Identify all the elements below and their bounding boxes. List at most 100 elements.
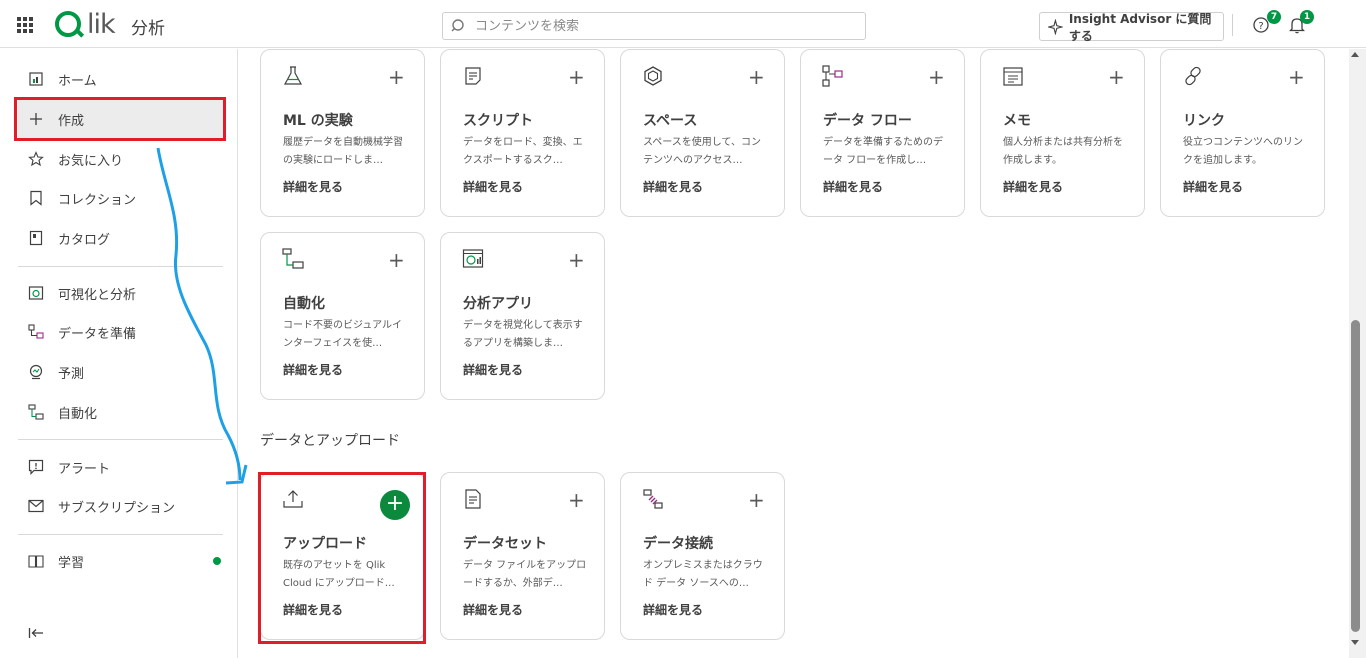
notification-badge: 1 xyxy=(1300,10,1314,24)
highlight-box-create xyxy=(14,97,226,141)
sparkle-icon xyxy=(1048,18,1063,35)
sidebar-item-label: ホーム xyxy=(58,73,97,89)
add-icon[interactable]: + xyxy=(1108,67,1125,87)
scrollbar-thumb[interactable] xyxy=(1351,320,1360,632)
add-icon[interactable]: + xyxy=(928,67,945,87)
sidebar-divider xyxy=(18,266,223,267)
add-icon[interactable]: + xyxy=(748,490,765,510)
card-dataset[interactable]: + データセット データ ファイルをアップロードするか、外部デ… 詳細を見る xyxy=(440,472,605,640)
card-description: データをロード、変換、エクスポートするスク… xyxy=(463,137,583,166)
card-description: データ ファイルをアップロードするか、外部デ… xyxy=(463,560,587,589)
learn-more-link[interactable]: 詳細を見る xyxy=(643,601,703,618)
header-divider xyxy=(1232,14,1233,36)
scroll-down-icon[interactable] xyxy=(1350,637,1360,647)
dataflow-icon xyxy=(822,65,843,87)
add-icon[interactable]: + xyxy=(568,490,585,510)
card-description: 個人分析または共有分析を作成します。 xyxy=(1003,137,1123,166)
card-title: メモ xyxy=(1003,113,1031,129)
sidebar-item-label: アラート xyxy=(58,461,111,477)
card-link[interactable]: + リンク 役立つコンテンツへのリンクを追加します。 詳細を見る xyxy=(1160,49,1325,217)
sidebar-item-catalog[interactable]: カタログ xyxy=(18,218,223,258)
dataset-icon xyxy=(465,489,481,509)
add-icon[interactable]: + xyxy=(568,250,585,270)
learn-more-link[interactable]: 詳細を見る xyxy=(283,178,343,195)
collapse-sidebar-icon[interactable] xyxy=(28,626,44,640)
add-icon[interactable]: + xyxy=(748,67,765,87)
automation-icon xyxy=(282,248,304,269)
insight-advisor-button[interactable]: Insight Advisor に質問する xyxy=(1039,11,1224,43)
app-launcher-icon[interactable] xyxy=(17,17,33,33)
link-icon xyxy=(1185,66,1201,86)
sidebar-item-subscriptions[interactable]: サブスクリプション xyxy=(18,486,223,526)
sidebar-item-label: サブスクリプション xyxy=(58,500,176,516)
card-description: 履歴データを自動機械学習の実験にロードしま… xyxy=(283,137,403,166)
sidebar-item-predict[interactable]: 予測 xyxy=(18,352,223,392)
page-title: 分析 xyxy=(131,19,165,39)
sidebar-item-favorites[interactable]: お気に入り xyxy=(18,139,223,179)
sidebar-item-label: 学習 xyxy=(58,555,85,571)
section-title-data-upload: データとアップロード xyxy=(260,433,400,449)
sidebar-item-learning[interactable]: 学習 xyxy=(18,541,223,581)
card-space[interactable]: + スペース スペースを使用して、コンテンツへのアクセス… 詳細を見る xyxy=(620,49,785,217)
add-icon[interactable]: + xyxy=(388,67,405,87)
subscription-icon xyxy=(28,498,44,514)
search-box[interactable] xyxy=(442,12,866,40)
card-ml-experiment[interactable]: + ML の実験 履歴データを自動機械学習の実験にロードしま… 詳細を見る xyxy=(260,49,425,217)
sidebar-item-label: カタログ xyxy=(58,232,111,248)
book-icon xyxy=(28,553,44,569)
qlik-logo[interactable]: lik xyxy=(55,9,116,40)
card-data-connection[interactable]: + データ接続 オンプレミスまたはクラウド データ ソースへの… 詳細を見る xyxy=(620,472,785,640)
sidebar-item-collections[interactable]: コレクション xyxy=(18,178,223,218)
learn-more-link[interactable]: 詳細を見る xyxy=(463,601,523,618)
script-icon xyxy=(465,67,481,85)
sidebar-divider xyxy=(18,439,223,440)
learn-more-link[interactable]: 詳細を見る xyxy=(643,178,703,195)
card-automation[interactable]: + 自動化 コード不要のビジュアルインターフェイスを使… 詳細を見る xyxy=(260,232,425,400)
learn-more-link[interactable]: 詳細を見る xyxy=(823,178,883,195)
card-analytics-app[interactable]: + 分析アプリ データを視覚化して表示するアプリを構築しま… 詳細を見る xyxy=(440,232,605,400)
add-icon[interactable]: + xyxy=(1288,67,1305,87)
scroll-up-icon[interactable] xyxy=(1350,50,1360,60)
insight-advisor-label: Insight Advisor に質問する xyxy=(1068,11,1212,43)
card-title: スクリプト xyxy=(463,113,533,129)
new-content-dot xyxy=(213,557,221,565)
add-icon[interactable]: + xyxy=(568,67,585,87)
automation-icon xyxy=(28,404,44,420)
card-description: データを準備するためのデータ フローを作成し… xyxy=(823,137,943,166)
card-title: データ フロー xyxy=(823,113,912,129)
sidebar-item-analytics[interactable]: 可視化と分析 xyxy=(18,273,223,313)
search-icon xyxy=(451,19,464,32)
learn-more-link[interactable]: 詳細を見る xyxy=(1183,178,1243,195)
sidebar-item-automation[interactable]: 自動化 xyxy=(18,392,223,432)
card-script[interactable]: + スクリプト データをロード、変換、エクスポートするスク… 詳細を見る xyxy=(440,49,605,217)
learn-more-link[interactable]: 詳細を見る xyxy=(463,361,523,378)
sidebar-item-alerts[interactable]: アラート xyxy=(18,447,223,487)
help-badge: 7 xyxy=(1267,10,1281,24)
card-title: 分析アプリ xyxy=(463,296,533,312)
card-title: データ接続 xyxy=(643,536,713,552)
card-note[interactable]: + メモ 個人分析または共有分析を作成します。 詳細を見る xyxy=(980,49,1145,217)
card-title: リンク xyxy=(1183,113,1225,129)
card-description: スペースを使用して、コンテンツへのアクセス… xyxy=(643,137,761,166)
alert-icon xyxy=(28,459,44,475)
sidebar-item-label: お気に入り xyxy=(58,153,124,169)
star-icon xyxy=(28,151,44,167)
app-icon xyxy=(462,249,484,268)
top-bar: lik 分析 Insight Advisor に質問する ? 7 1 xyxy=(0,0,1366,48)
sidebar-item-home[interactable]: ホーム xyxy=(18,59,223,99)
sidebar-item-data-prep[interactable]: データを準備 xyxy=(18,312,223,352)
learn-more-link[interactable]: 詳細を見る xyxy=(463,178,523,195)
data-prep-icon xyxy=(28,324,44,340)
learn-more-link[interactable]: 詳細を見る xyxy=(1003,178,1063,195)
home-icon xyxy=(28,71,44,87)
card-data-flow[interactable]: + データ フロー データを準備するためのデータ フローを作成し… 詳細を見る xyxy=(800,49,965,217)
sidebar-item-label: 自動化 xyxy=(58,406,98,422)
card-title: スペース xyxy=(643,113,698,129)
card-description: データを視覚化して表示するアプリを構築しま… xyxy=(463,320,583,349)
svg-text:?: ? xyxy=(1258,21,1263,32)
card-description: コード不要のビジュアルインターフェイスを使… xyxy=(283,320,402,349)
sidebar-item-label: 予測 xyxy=(58,366,85,382)
search-input[interactable] xyxy=(475,18,855,34)
add-icon[interactable]: + xyxy=(388,250,405,270)
learn-more-link[interactable]: 詳細を見る xyxy=(283,361,343,378)
